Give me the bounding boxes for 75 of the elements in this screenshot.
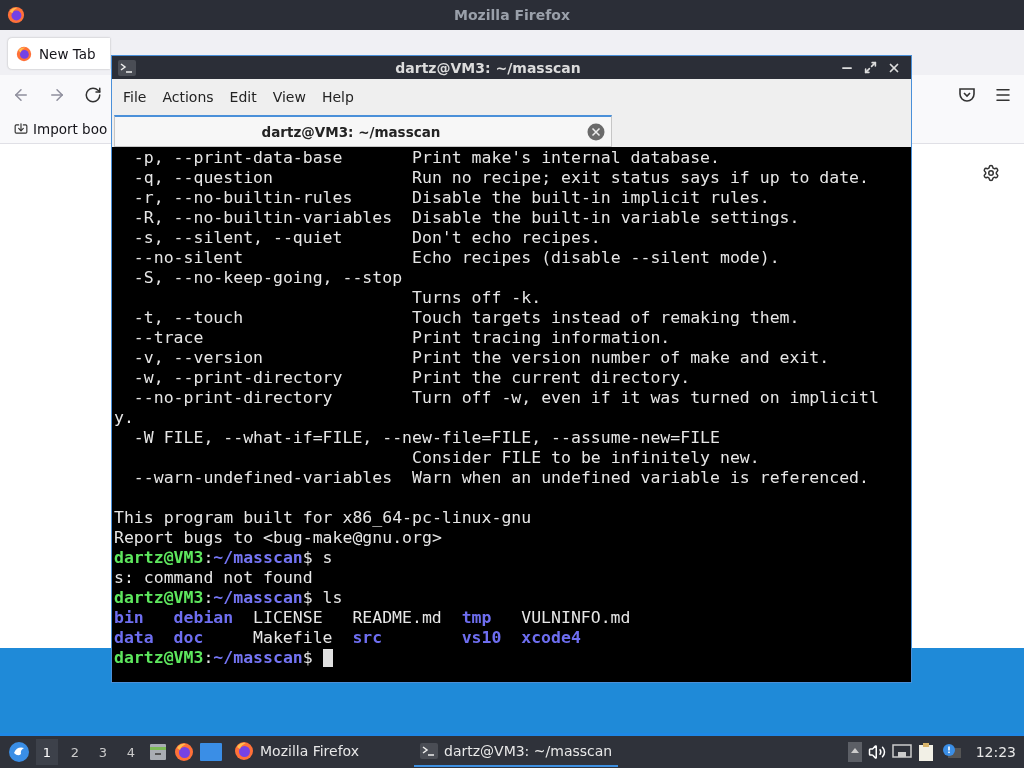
terminal-line: Turns off -k. bbox=[411, 288, 542, 308]
terminal-line: This program built for x86_64-pc-linux-gnu bbox=[114, 508, 532, 528]
text-cursor bbox=[322, 649, 333, 667]
menu-item[interactable]: Actions bbox=[156, 85, 220, 108]
terminal-line: --no-print-directory Turn off -w, even if it was turned on implicitl bbox=[132, 388, 879, 408]
pocket-icon[interactable] bbox=[958, 86, 976, 104]
terminal-line: -v, --version Print the version number of make and exit. bbox=[132, 348, 830, 368]
terminal-line: -R, --no-builtin-variables Disable the built-in variable settings. bbox=[132, 208, 800, 228]
terminal-tab[interactable]: dartz@VM3: ~/masscan bbox=[114, 115, 612, 147]
clipboard-icon[interactable] bbox=[917, 742, 936, 762]
import-icon bbox=[14, 122, 28, 136]
terminal-line: -s, --silent, --quiet Don't echo recipes. bbox=[132, 228, 601, 248]
firefox-icon bbox=[7, 6, 25, 24]
terminal-line: y. bbox=[114, 408, 134, 428]
forward-icon[interactable] bbox=[48, 86, 66, 104]
terminal-line: -S, --no-keep-going, --stop bbox=[132, 268, 403, 288]
terminal-line: -p, --print-data-base Print make's internal database. bbox=[132, 148, 720, 168]
file-name: data bbox=[114, 628, 154, 647]
terminal-icon bbox=[420, 743, 438, 759]
file-cabinet-icon[interactable] bbox=[148, 742, 168, 762]
file-name: vs10 bbox=[461, 628, 502, 647]
tray-expand-icon[interactable] bbox=[847, 742, 862, 762]
browser-tab[interactable]: New Tab bbox=[8, 38, 110, 69]
close-tab-icon[interactable] bbox=[587, 122, 605, 141]
window-title: dartz@VM3: ~/masscan bbox=[394, 59, 582, 76]
prompt-line: dartz@VM3:~/masscan$ bbox=[114, 648, 313, 668]
firefox-icon bbox=[174, 742, 194, 762]
window-title: Mozilla Firefox bbox=[454, 7, 570, 23]
taskbar-task[interactable]: dartz@VM3: ~/masscan bbox=[414, 737, 619, 767]
start-menu-icon[interactable] bbox=[8, 741, 30, 763]
terminal-line: -q, --question Run no recipe; exit status says if up to date. bbox=[132, 168, 869, 188]
firefox-icon bbox=[234, 741, 254, 761]
terminal-line: --warn-undefined-variables Warn when an undefined variable is referenced. bbox=[132, 468, 869, 488]
menu-item[interactable]: File bbox=[117, 85, 153, 108]
file-name: Makefile bbox=[253, 628, 333, 647]
prompt-line: dartz@VM3:~/masscan$ s bbox=[114, 548, 333, 568]
workspace-button[interactable]: 3 bbox=[92, 739, 114, 765]
menu-item[interactable]: Edit bbox=[223, 85, 263, 108]
file-name: src bbox=[352, 628, 383, 647]
file-name: xcode4 bbox=[521, 628, 581, 647]
terminal-icon bbox=[118, 59, 136, 76]
speaker-icon[interactable] bbox=[867, 743, 886, 761]
clock: 12:23 bbox=[975, 744, 1016, 760]
workspace-button[interactable]: 1 bbox=[36, 739, 58, 765]
terminal-line: -W FILE, --what-if=FILE, --new-file=FILE, --assume-new=FILE bbox=[132, 428, 720, 448]
file-name: debian bbox=[173, 608, 234, 627]
firefox-icon bbox=[16, 45, 32, 62]
menu-item[interactable]: Help bbox=[315, 85, 360, 108]
workspace-button[interactable]: 4 bbox=[120, 739, 142, 765]
bookmark-link[interactable]: Import boo bbox=[33, 121, 108, 137]
notification-icon[interactable] bbox=[941, 743, 962, 761]
terminal-line: Consider FILE to be infinitely new. bbox=[411, 448, 760, 468]
file-name: LICENSE bbox=[253, 608, 323, 627]
menu-item[interactable]: View bbox=[266, 85, 312, 108]
menu-icon[interactable] bbox=[994, 86, 1012, 104]
prompt-line: dartz@VM3:~/masscan$ ls bbox=[114, 588, 343, 608]
terminal-line: Report bugs to <bug-make@gnu.org> bbox=[114, 528, 442, 548]
file-name: bin bbox=[114, 608, 144, 627]
terminal-line: s: command not found bbox=[114, 568, 313, 588]
reload-icon[interactable] bbox=[84, 86, 102, 104]
taskbar-task[interactable]: Mozilla Firefox bbox=[228, 737, 398, 767]
file-name: README.md bbox=[352, 608, 442, 627]
maximize-icon[interactable] bbox=[864, 61, 877, 74]
terminal-line: -w, --print-directory Print the current directory. bbox=[132, 368, 691, 388]
file-name: VULNINFO.md bbox=[521, 608, 631, 627]
workspace-button[interactable]: 2 bbox=[64, 739, 86, 765]
network-icon[interactable] bbox=[891, 744, 912, 760]
file-name: tmp bbox=[461, 608, 492, 627]
file-name: doc bbox=[173, 628, 204, 647]
terminal-line: -t, --touch Touch targets instead of remaking them. bbox=[132, 308, 800, 328]
terminal-line: --no-silent Echo recipes (disable --silent mode). bbox=[132, 248, 780, 268]
terminal-line: -r, --no-builtin-rules Disable the built-in implicit rules. bbox=[132, 188, 770, 208]
settings-icon[interactable] bbox=[982, 164, 1000, 182]
back-icon[interactable] bbox=[12, 86, 30, 104]
terminal-line: --trace Print tracing information. bbox=[132, 328, 671, 348]
